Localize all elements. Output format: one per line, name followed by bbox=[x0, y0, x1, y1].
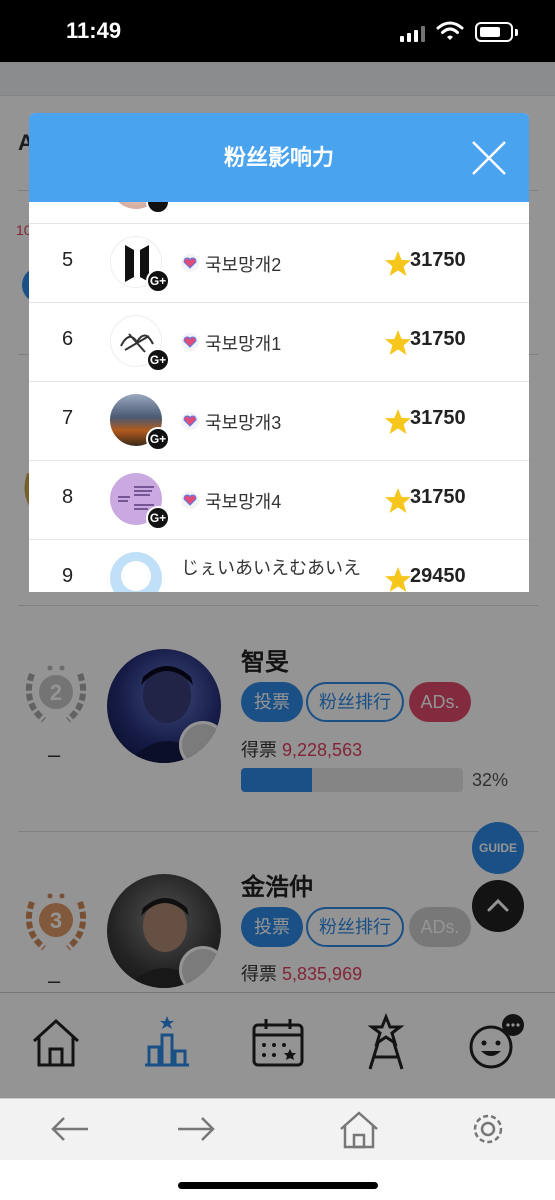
signal-icon bbox=[400, 26, 426, 42]
user-name: 국보망개2 bbox=[205, 255, 282, 275]
user-name: 국보망개3 bbox=[205, 413, 282, 433]
user-name: 국보망개4 bbox=[205, 492, 282, 512]
browser-toolbar bbox=[0, 1098, 555, 1160]
home-indicator[interactable] bbox=[178, 1182, 378, 1189]
wifi-icon bbox=[436, 21, 464, 40]
status-time: 11:49 bbox=[66, 18, 122, 43]
user-avatar bbox=[110, 552, 162, 592]
forward-arrow-icon[interactable] bbox=[174, 1109, 218, 1149]
user-name: 국보망개1 bbox=[205, 334, 282, 354]
fan-influence-modal: 粉丝影响力 5 G+ 국보망개2 31750 6 G+ 국보망개1 31750 … bbox=[29, 113, 529, 592]
g-plus-badge: G+ bbox=[146, 348, 170, 372]
list-item[interactable]: 9 じぇいあいえむあいえ 29450 bbox=[29, 540, 529, 592]
star-icon bbox=[385, 488, 411, 513]
settings-gear-icon[interactable] bbox=[466, 1109, 510, 1149]
level-heart-icon bbox=[181, 412, 199, 430]
level-heart-icon bbox=[181, 491, 199, 509]
user-name: じぇいあいえむあいえ bbox=[181, 558, 361, 578]
list-item[interactable]: 7 G+ 국보망개3 31750 bbox=[29, 382, 529, 461]
rank-number: 9 bbox=[62, 565, 74, 587]
modal-title: 粉丝影响力 bbox=[223, 145, 334, 170]
score: 31750 bbox=[410, 249, 466, 271]
score: 31750 bbox=[410, 407, 466, 429]
score: 29450 bbox=[410, 565, 466, 587]
rank-number: 6 bbox=[62, 328, 74, 350]
rank-number: 8 bbox=[62, 486, 74, 508]
star-icon bbox=[385, 567, 411, 592]
fan-ranking-list[interactable]: 5 G+ 국보망개2 31750 6 G+ 국보망개1 31750 7 G+ 국… bbox=[29, 202, 529, 592]
level-heart-icon bbox=[181, 333, 199, 351]
close-icon[interactable] bbox=[470, 139, 508, 177]
list-item[interactable] bbox=[29, 202, 529, 224]
level-heart-icon bbox=[181, 254, 199, 272]
g-plus-badge: G+ bbox=[146, 269, 170, 293]
modal-header: 粉丝影响力 bbox=[29, 113, 529, 202]
list-item[interactable]: 5 G+ 국보망개2 31750 bbox=[29, 224, 529, 303]
status-bar: 11:49 bbox=[0, 0, 555, 62]
rank-number: 5 bbox=[62, 249, 74, 271]
g-plus-badge: G+ bbox=[146, 506, 170, 530]
battery-icon bbox=[475, 22, 518, 42]
home-indicator-area bbox=[0, 1160, 555, 1200]
list-item[interactable]: 6 G+ 국보망개1 31750 bbox=[29, 303, 529, 382]
star-icon bbox=[385, 330, 411, 355]
g-plus-badge: G+ bbox=[146, 427, 170, 451]
back-arrow-icon[interactable] bbox=[48, 1109, 92, 1149]
score: 31750 bbox=[410, 486, 466, 508]
star-icon bbox=[385, 409, 411, 434]
g-plus-badge bbox=[146, 202, 170, 214]
default-avatar-image bbox=[121, 561, 151, 591]
list-item[interactable]: 8 G+ 국보망개4 31750 bbox=[29, 461, 529, 540]
home-icon[interactable] bbox=[337, 1109, 381, 1149]
star-icon bbox=[385, 251, 411, 276]
score: 31750 bbox=[410, 328, 466, 350]
rank-number: 7 bbox=[62, 407, 74, 429]
